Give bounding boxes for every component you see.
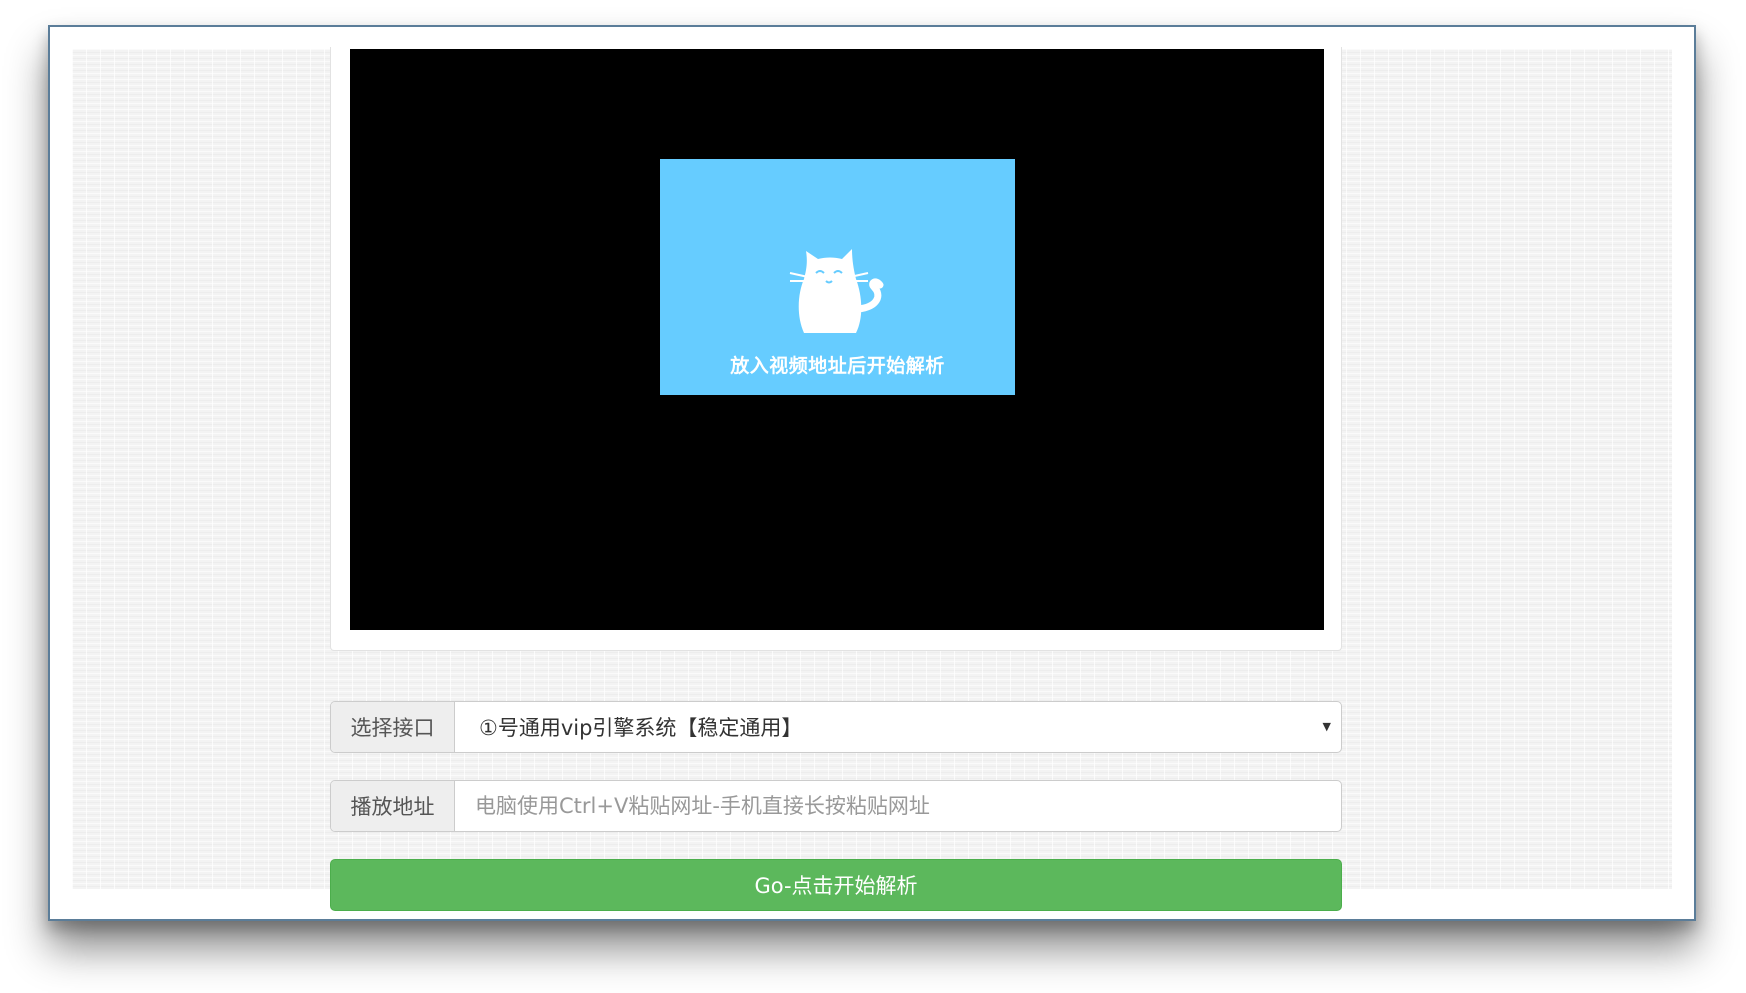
page-background: 放入视频地址后开始解析 选择接口 ①号通用vip引擎系统【稳定通用】 ▼ 播放地… [72,47,1672,911]
browser-window: 放入视频地址后开始解析 选择接口 ①号通用vip引擎系统【稳定通用】 ▼ 播放地… [48,25,1696,921]
address-label: 播放地址 [331,781,455,831]
interface-select-group: 选择接口 ①号通用vip引擎系统【稳定通用】 ▼ [330,701,1342,753]
interface-select[interactable]: ①号通用vip引擎系统【稳定通用】 ▼ [455,702,1341,752]
player-card: 放入视频地址后开始解析 [330,47,1342,651]
caret-down-icon: ▼ [1322,720,1331,733]
player-placeholder: 放入视频地址后开始解析 [660,159,1015,395]
player-placeholder-text: 放入视频地址后开始解析 [730,355,945,377]
cat-icon [789,249,884,333]
interface-select-value: ①号通用vip引擎系统【稳定通用】 [479,716,803,740]
go-parse-button[interactable]: Go-点击开始解析 [330,859,1342,911]
video-player[interactable]: 放入视频地址后开始解析 [350,49,1324,630]
interface-select-label: 选择接口 [331,702,455,752]
address-input-group: 播放地址 [330,780,1342,832]
address-input[interactable] [455,781,1341,831]
